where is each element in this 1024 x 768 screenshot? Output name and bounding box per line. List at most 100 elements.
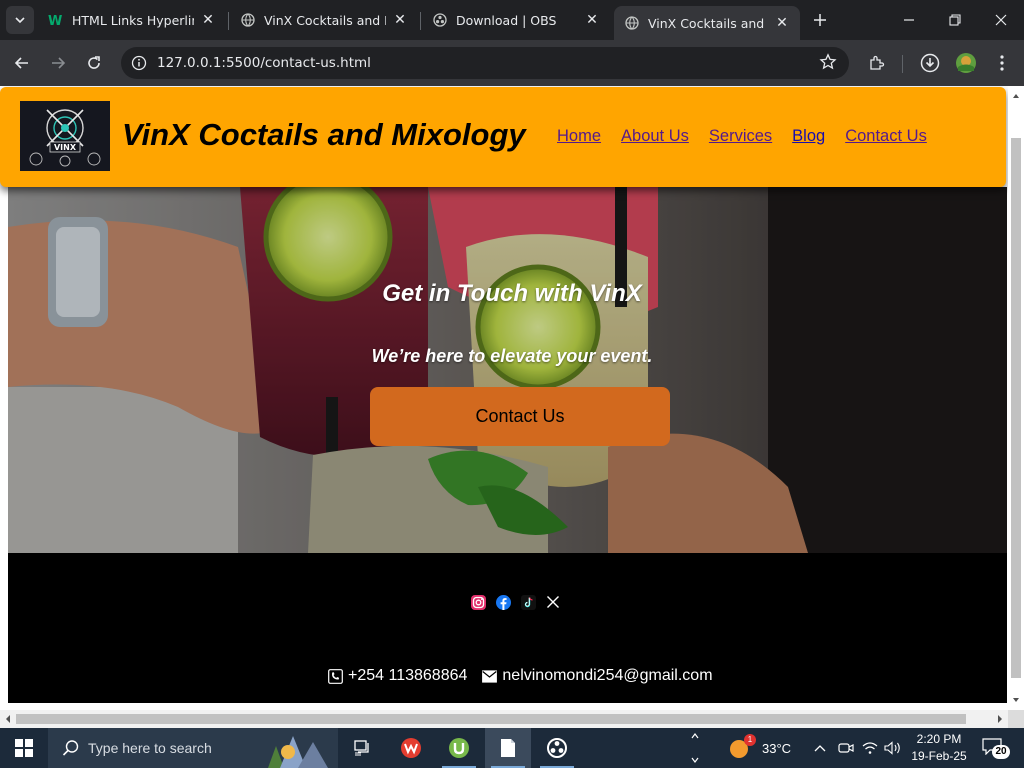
more-vertical-icon (1000, 55, 1004, 71)
hero-title: Get in Touch with VinX (382, 280, 642, 307)
downloads-button[interactable] (915, 48, 945, 78)
arrow-right-icon (52, 57, 66, 69)
restore-button[interactable] (932, 0, 978, 40)
extensions-button[interactable] (862, 48, 892, 78)
puzzle-icon (870, 55, 885, 70)
nav-link-blog[interactable]: Blog (792, 127, 825, 146)
close-icon[interactable]: ✕ (392, 12, 408, 28)
tab-title: Download | OBS (456, 12, 557, 28)
nav-link-services[interactable]: Services (709, 127, 772, 146)
chevron-up-icon[interactable] (814, 744, 828, 752)
profile-avatar[interactable] (951, 48, 981, 78)
weather-sun-icon: 1 (728, 734, 756, 759)
vertical-scrollbar[interactable] (1008, 86, 1024, 710)
notification-icon: 20 (982, 737, 1010, 759)
forward-button[interactable] (43, 48, 73, 78)
wifi-icon[interactable] (862, 741, 878, 755)
wps-office-icon (401, 738, 421, 758)
tab-vinx-active[interactable]: VinX Cocktails and Mix ✕ (614, 6, 800, 40)
nav-link-home[interactable]: Home (557, 127, 601, 146)
download-icon (920, 53, 940, 73)
globe-icon (240, 12, 256, 28)
x-icon[interactable] (545, 594, 561, 610)
utorrent-icon (449, 738, 469, 758)
footer-email[interactable]: nelvinomondi254@gmail.com (502, 667, 712, 685)
horizontal-scrollbar[interactable] (0, 710, 1008, 728)
task-view-button[interactable] (340, 728, 386, 768)
taskbar-app-utorrent[interactable] (436, 728, 482, 768)
taskbar-search[interactable]: Type here to search (48, 728, 338, 768)
contact-us-button[interactable]: Contact Us (370, 387, 670, 446)
instagram-icon[interactable] (470, 594, 486, 610)
obs-studio-icon (547, 738, 567, 758)
tab-separator (420, 12, 421, 30)
close-icon[interactable]: ✕ (200, 12, 216, 28)
meet-now-icon[interactable] (838, 741, 854, 755)
restore-icon (949, 14, 961, 26)
social-links (470, 594, 561, 610)
footer-phone[interactable]: +254 113868864 (348, 667, 467, 685)
notification-count: 20 (992, 745, 1010, 759)
horizontal-scroll-thumb[interactable] (16, 714, 966, 724)
new-tab-button[interactable] (808, 8, 832, 32)
main-nav: Home About Us Services Blog Contact Us (557, 127, 927, 146)
clock-time: 2:20 PM (916, 732, 962, 746)
file-icon (501, 739, 515, 757)
close-icon[interactable]: ✕ (584, 12, 600, 28)
volume-icon[interactable] (884, 741, 902, 755)
tab-title: HTML Links Hyperlinks (72, 12, 194, 28)
search-icon (60, 739, 82, 757)
site-info-icon[interactable] (123, 47, 155, 79)
tab-strip: W HTML Links Hyperlinks ✕ VinX Cocktails… (0, 0, 1024, 40)
facebook-icon[interactable] (495, 594, 511, 610)
tab-html-links[interactable]: W HTML Links Hyperlinks ✕ (38, 4, 226, 36)
weather-temp: 33°C (762, 740, 792, 756)
site-footer: +254 113868864 nelvinomondi254@gmail.com (8, 553, 1007, 703)
scrollbar-corner (1008, 710, 1024, 728)
vertical-scroll-thumb[interactable] (1011, 138, 1021, 678)
taskbar-app-wps[interactable] (388, 728, 434, 768)
taskbar-clock[interactable]: 2:20 PM 19-Feb-25 (906, 731, 972, 765)
bookmark-star-icon[interactable] (819, 53, 837, 76)
weather-badge: 1 (744, 734, 756, 746)
task-view-icon (354, 740, 369, 756)
logo-text: VINX (54, 143, 77, 152)
scroll-right-icon (998, 715, 1002, 723)
taskbar-app-notepad[interactable] (485, 728, 531, 768)
tab-vinx-1[interactable]: VinX Cocktails and Mix ✕ (230, 4, 418, 36)
taskbar-app-obs[interactable] (534, 728, 580, 768)
close-icon[interactable]: ✕ (774, 15, 790, 31)
start-button[interactable] (0, 728, 48, 768)
tab-search-button[interactable] (6, 6, 34, 34)
back-button[interactable] (7, 48, 37, 78)
minimize-icon (904, 19, 914, 21)
windows-taskbar: Type here to search 1 33°C 2:20 PM 19-Fe… (0, 728, 1024, 768)
tab-obs-download[interactable]: Download | OBS ✕ (422, 4, 610, 36)
nav-link-contact-us[interactable]: Contact Us (845, 127, 927, 146)
url-text: 127.0.0.1:5500/contact-us.html (157, 55, 371, 71)
reload-button[interactable] (79, 48, 109, 78)
phone-icon (328, 668, 343, 684)
notification-center-button[interactable]: 20 (982, 728, 1012, 768)
close-window-button[interactable] (978, 0, 1024, 40)
tray-scroll[interactable] (690, 728, 704, 768)
clock-date: 19-Feb-25 (911, 749, 967, 763)
hero-cocktails-image (8, 187, 1007, 553)
address-bar[interactable]: 127.0.0.1:5500/contact-us.html (121, 47, 849, 79)
site-logo[interactable]: VINX (20, 101, 110, 171)
globe-icon (624, 15, 640, 31)
weather-widget[interactable]: 1 33°C (728, 728, 791, 768)
contact-info: +254 113868864 nelvinomondi254@gmail.com (328, 667, 713, 685)
hero-subtitle: We’re here to elevate your event. (371, 346, 653, 366)
tab-separator (228, 12, 229, 30)
nav-link-about-us[interactable]: About Us (621, 127, 689, 146)
chevron-up-down-icon (691, 733, 699, 763)
browser-toolbar: 127.0.0.1:5500/contact-us.html (0, 40, 1024, 86)
minimize-button[interactable] (886, 0, 932, 40)
tiktok-icon[interactable] (520, 594, 536, 610)
windows-icon (15, 739, 33, 757)
search-highlight-illustration (268, 736, 328, 768)
browser-menu-button[interactable] (987, 48, 1017, 78)
scroll-down-icon (1013, 698, 1019, 702)
scroll-left-icon (6, 715, 10, 723)
